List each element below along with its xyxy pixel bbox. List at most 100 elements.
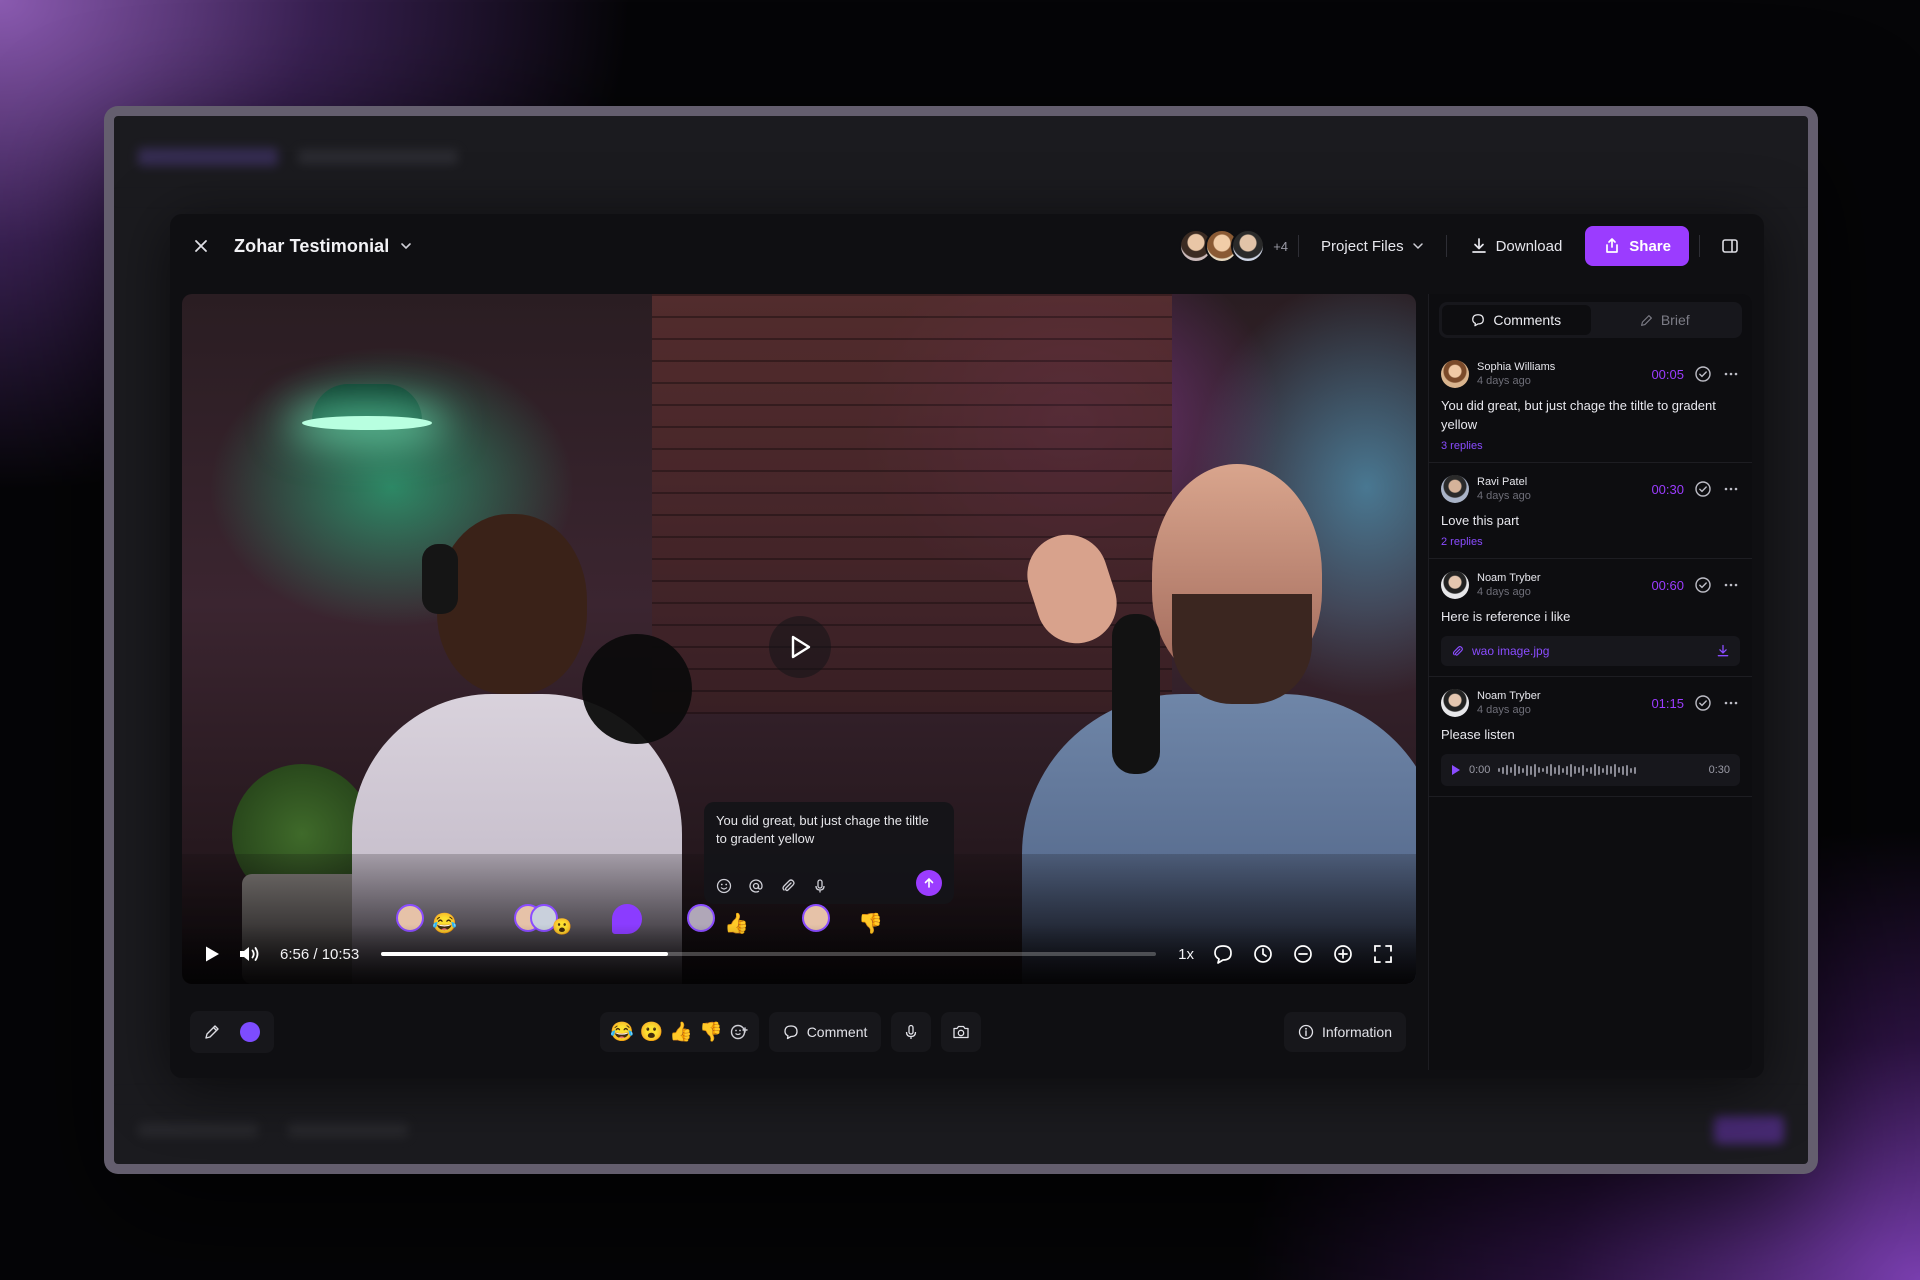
share-button[interactable]: Share: [1585, 226, 1689, 266]
progress-bar[interactable]: [381, 952, 1157, 956]
video-frame-pop-filter: [582, 634, 692, 744]
waveform-bar: [1498, 768, 1501, 772]
audio-duration: 0:30: [1708, 764, 1730, 776]
waveform-bar: [1522, 767, 1525, 773]
reaction-surprised[interactable]: 😮: [640, 1020, 664, 1044]
waveform-bar: [1546, 766, 1549, 774]
color-picker[interactable]: [240, 1022, 260, 1042]
voice-note-button[interactable]: [891, 1012, 932, 1052]
download-icon[interactable]: [1716, 644, 1730, 658]
reaction-tools: 😂 😮 👍 👎 Comment: [600, 1012, 982, 1052]
close-icon: [195, 240, 207, 252]
fullscreen-icon: [1374, 945, 1392, 963]
waveform-bar: [1586, 768, 1589, 772]
comment-replies-link[interactable]: 2 replies: [1441, 536, 1740, 548]
tab-brief[interactable]: Brief: [1591, 305, 1740, 335]
comment-actions: 01:15: [1651, 694, 1740, 712]
pencil-button[interactable]: [196, 1016, 228, 1048]
reaction-laugh[interactable]: 😂: [610, 1020, 634, 1044]
zoom-out-button[interactable]: [1292, 943, 1314, 965]
divider: [1298, 235, 1300, 257]
background-pill: [288, 1122, 408, 1137]
comment-replies-link[interactable]: 3 replies: [1441, 440, 1740, 452]
waveform-bar: [1590, 766, 1593, 774]
close-button[interactable]: [184, 229, 218, 263]
comment-meta: Noam Tryber 4 days ago: [1477, 571, 1541, 599]
resolve-check-icon[interactable]: [1694, 576, 1712, 594]
more-options-icon[interactable]: [1722, 480, 1740, 498]
waveform-bar: [1610, 766, 1613, 774]
mention-icon[interactable]: [748, 878, 764, 894]
tab-comments[interactable]: Comments: [1442, 305, 1591, 335]
avatar: [1441, 360, 1469, 388]
history-button[interactable]: [1252, 943, 1274, 965]
title-dropdown-button[interactable]: [399, 239, 413, 253]
comment-header: Noam Tryber 4 days ago 00:60: [1441, 571, 1740, 599]
comment-timestamp-link[interactable]: 00:05: [1651, 367, 1684, 382]
comment-timestamp-link[interactable]: 01:15: [1651, 696, 1684, 711]
comment-item[interactable]: Noam Tryber 4 days ago 01:15 Please list…: [1429, 677, 1752, 797]
add-reaction-icon[interactable]: [729, 1022, 749, 1042]
video-player[interactable]: You did great, but just chage the tiltle…: [182, 294, 1416, 984]
pencil-icon: [1640, 314, 1652, 326]
waveform-bar: [1618, 767, 1621, 773]
zoom-in-button[interactable]: [1332, 943, 1354, 965]
waveform-bar: [1594, 764, 1597, 776]
comment-toggle-button[interactable]: [1212, 943, 1234, 965]
reaction-thumbs-up[interactable]: 👍: [669, 1020, 693, 1044]
more-options-icon[interactable]: [1722, 694, 1740, 712]
waveform-bar: [1506, 765, 1509, 775]
emoji-icon[interactable]: [716, 878, 732, 894]
send-comment-button[interactable]: [916, 870, 942, 896]
fullscreen-button[interactable]: [1372, 943, 1394, 965]
screenshot-button[interactable]: [941, 1012, 982, 1052]
waveform-bar: [1606, 765, 1609, 775]
comment-author: Ravi Patel: [1477, 476, 1528, 488]
comment-header: Noam Tryber 4 days ago 01:15: [1441, 689, 1740, 717]
avatar: [1441, 689, 1469, 717]
center-play-button[interactable]: [769, 616, 831, 678]
play-icon: [791, 635, 811, 659]
reaction-thumbs-down[interactable]: 👎: [699, 1020, 723, 1044]
comments-sidebar: Comments Brief Sophia Williams 4 days ag…: [1428, 294, 1752, 1070]
collaborator-avatars[interactable]: +4: [1179, 229, 1288, 263]
comment-attachment[interactable]: wao image.jpg: [1441, 636, 1740, 666]
waveform-bar: [1518, 766, 1521, 774]
comment-item[interactable]: Noam Tryber 4 days ago 00:60 Here is ref…: [1429, 559, 1752, 677]
more-options-icon[interactable]: [1722, 365, 1740, 383]
resolve-check-icon[interactable]: [1694, 694, 1712, 712]
resolve-check-icon[interactable]: [1694, 480, 1712, 498]
more-collaborators-count: +4: [1273, 238, 1289, 254]
comment-label: Comment: [806, 1024, 868, 1040]
audio-waveform[interactable]: [1498, 763, 1700, 777]
time-display: 6:56 / 10:53: [280, 945, 360, 963]
attachment-icon[interactable]: [780, 878, 796, 894]
comment-timestamp-link[interactable]: 00:30: [1651, 482, 1684, 497]
video-title[interactable]: Zohar Testimonial: [234, 236, 389, 257]
waveform-bar: [1574, 766, 1577, 774]
play-icon[interactable]: [1451, 764, 1461, 776]
play-button[interactable]: [204, 945, 220, 963]
waveform-bar: [1602, 767, 1605, 773]
add-comment-button[interactable]: Comment: [768, 1012, 882, 1052]
resolve-check-icon[interactable]: [1694, 365, 1712, 383]
avatar: [1231, 229, 1266, 263]
project-files-dropdown[interactable]: Project Files: [1309, 226, 1436, 266]
share-label: Share: [1629, 237, 1671, 255]
playback-speed-button[interactable]: 1x: [1178, 946, 1194, 963]
toggle-sidebar-button[interactable]: [1710, 226, 1750, 266]
waveform-bar: [1630, 767, 1633, 773]
avatar: [1441, 475, 1469, 503]
comment-item[interactable]: Ravi Patel 4 days ago 00:30 Love this pa…: [1429, 463, 1752, 559]
comment-timestamp-link[interactable]: 00:60: [1651, 578, 1684, 593]
comment-item[interactable]: Sophia Williams 4 days ago 00:05 You did…: [1429, 348, 1752, 463]
volume-button[interactable]: [238, 944, 262, 964]
waveform-bar: [1538, 767, 1541, 773]
clock-icon: [1254, 945, 1272, 963]
download-button[interactable]: Download: [1457, 226, 1576, 266]
popup-comment-text: You did great, but just chage the tiltle…: [716, 813, 929, 846]
more-options-icon[interactable]: [1722, 576, 1740, 594]
information-button[interactable]: Information: [1283, 1012, 1406, 1052]
microphone-icon[interactable]: [812, 878, 828, 894]
popup-comment-tools: [716, 878, 828, 894]
